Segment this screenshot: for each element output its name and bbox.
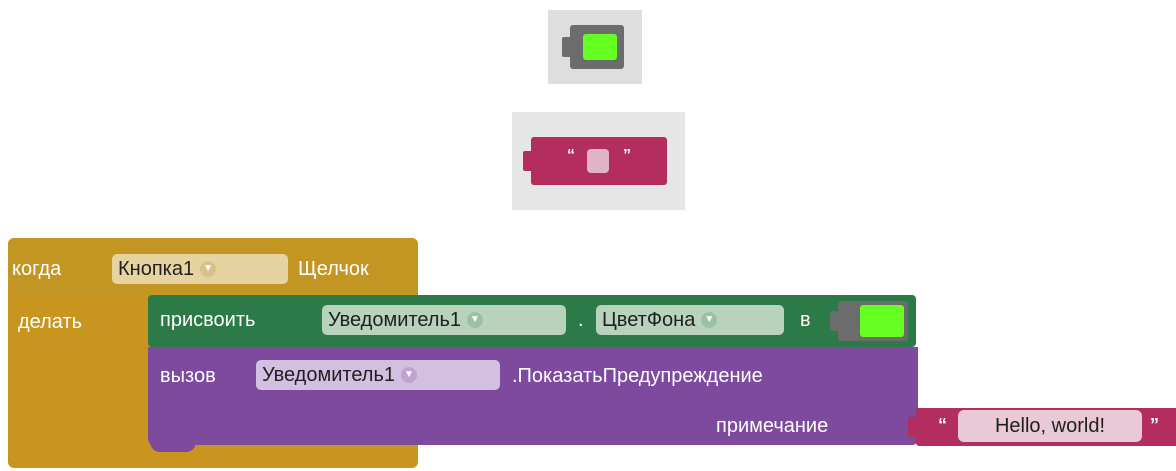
text-block-shape: “ ” — [523, 137, 667, 185]
close-quote-icon: ” — [623, 147, 631, 164]
property-name: ЦветФона — [602, 309, 696, 331]
color-swatch-preview — [583, 34, 617, 60]
chevron-down-icon: ▼ — [401, 366, 417, 383]
call-label: вызов — [160, 365, 216, 387]
component-dropdown-button[interactable]: Кнопка1 ▼ — [112, 254, 288, 284]
text-block-preview[interactable]: “ ” — [512, 112, 685, 210]
chevron-down-icon: ▼ — [200, 260, 217, 277]
property-dropdown[interactable]: ЦветФона ▼ — [596, 305, 784, 335]
block-notch — [150, 440, 196, 452]
event-name-label: Щелчок — [298, 258, 369, 280]
close-quote-icon: ” — [1150, 415, 1159, 435]
to-label: в — [800, 309, 811, 331]
text-slot-preview — [587, 149, 609, 173]
when-label: когда — [12, 258, 62, 280]
call-component-dropdown[interactable]: Уведомитель1 ▼ — [256, 360, 500, 390]
color-block-preview[interactable] — [548, 10, 642, 84]
dot-separator: . — [578, 309, 584, 331]
set-component-dropdown[interactable]: Уведомитель1 ▼ — [322, 305, 566, 335]
param-label: примечание — [716, 415, 829, 437]
component-name: Уведомитель1 — [262, 364, 395, 386]
component-name: Уведомитель1 — [328, 309, 461, 331]
set-label: присвоить — [160, 309, 256, 331]
open-quote-icon: “ — [567, 147, 575, 164]
do-label: делать — [18, 311, 83, 333]
text-value-field[interactable]: Hello, world! — [958, 410, 1142, 442]
method-name: .ПоказатьПредупреждение — [512, 365, 763, 387]
color-block-shape — [562, 25, 624, 69]
color-swatch[interactable] — [860, 305, 904, 337]
open-quote-icon: “ — [938, 415, 947, 435]
chevron-down-icon: ▼ — [701, 311, 718, 328]
chevron-down-icon: ▼ — [467, 311, 483, 328]
component-name: Кнопка1 — [118, 258, 195, 280]
